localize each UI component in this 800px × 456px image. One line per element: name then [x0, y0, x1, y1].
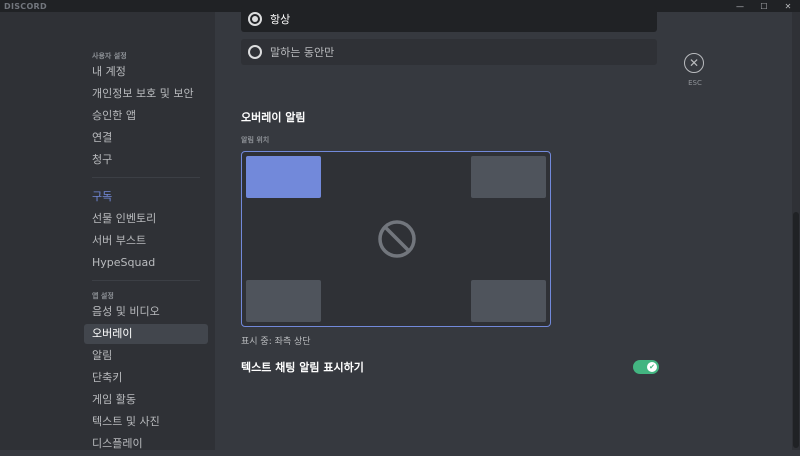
sidebar-separator: [92, 280, 200, 281]
close-icon: ✕: [688, 56, 700, 70]
sidebar-item-privacy-safety[interactable]: 개인정보 보호 및 보안: [84, 84, 208, 104]
sidebar-item-subscriptions[interactable]: 구독: [84, 187, 208, 207]
radio-option-label: 말하는 동안만: [270, 46, 335, 59]
settings-sidebar: 사용자 설정 내 계정 개인정보 보호 및 보안 승인한 앱 연결 청구 구독 …: [0, 12, 215, 450]
text-chat-notification-toggle[interactable]: ✔: [633, 360, 659, 374]
sidebar-item-voice-video[interactable]: 음성 및 비디오: [84, 302, 208, 322]
position-top-right[interactable]: [471, 156, 546, 198]
position-status-text: 표시 중: 좌측 상단: [241, 337, 311, 347]
sidebar-item-my-account[interactable]: 내 계정: [84, 62, 208, 82]
position-top-left[interactable]: [246, 156, 321, 198]
check-icon: ✔: [647, 362, 657, 372]
close-settings-button[interactable]: ✕: [684, 53, 704, 73]
window-controls: — ☐ ✕: [728, 0, 800, 12]
minimize-button[interactable]: —: [728, 0, 752, 12]
sidebar-item-text-images[interactable]: 텍스트 및 사진: [84, 412, 208, 432]
esc-label: ESC: [688, 79, 702, 87]
sidebar-item-overlay[interactable]: 오버레이: [84, 324, 208, 344]
radio-checked-icon: [248, 12, 262, 26]
section-title: 오버레이 알림: [241, 111, 306, 124]
sidebar-item-keybinds[interactable]: 단축키: [84, 368, 208, 388]
notification-position-picker: [241, 151, 551, 327]
scrollbar-track[interactable]: [792, 12, 800, 450]
radio-option-label: 항상: [270, 13, 291, 26]
radio-unchecked-icon: [248, 45, 262, 59]
radio-option-always[interactable]: 항상: [241, 6, 657, 32]
sidebar-item-hypesquad[interactable]: HypeSquad: [84, 253, 208, 273]
settings-content: 항상 말하는 동안만 ✕ ESC 오버레이 알림 알림 위치 표시 중: 좌측 …: [215, 6, 792, 450]
sidebar-item-gift-inventory[interactable]: 선물 인벤토리: [84, 209, 208, 229]
sidebar-item-display[interactable]: 디스플레이: [84, 434, 208, 454]
sidebar-separator: [92, 177, 200, 178]
position-bottom-right[interactable]: [471, 280, 546, 322]
settings-nav: 사용자 설정 내 계정 개인정보 보호 및 보안 승인한 앱 연결 청구 구독 …: [84, 12, 208, 456]
sidebar-item-authorized-apps[interactable]: 승인한 앱: [84, 106, 208, 126]
close-window-button[interactable]: ✕: [776, 0, 800, 12]
maximize-button[interactable]: ☐: [752, 0, 776, 12]
sidebar-item-notifications[interactable]: 알림: [84, 346, 208, 366]
app-settings-header: 앱 설정: [92, 292, 114, 300]
sidebar-item-game-activity[interactable]: 게임 활동: [84, 390, 208, 410]
sidebar-item-billing[interactable]: 청구: [84, 150, 208, 170]
position-bottom-left[interactable]: [246, 280, 321, 322]
position-label: 알림 위치: [241, 136, 270, 144]
user-settings-header: 사용자 설정: [92, 52, 127, 60]
sidebar-item-server-boost[interactable]: 서버 부스트: [84, 231, 208, 251]
app-brand: DISCORD: [4, 1, 47, 11]
scrollbar-thumb[interactable]: [793, 212, 799, 448]
sidebar-item-connections[interactable]: 연결: [84, 128, 208, 148]
radio-option-while-speaking[interactable]: 말하는 동안만: [241, 39, 657, 65]
disable-notifications-icon[interactable]: [377, 219, 417, 259]
text-chat-notification-label: 텍스트 채팅 알림 표시하기: [241, 361, 364, 374]
